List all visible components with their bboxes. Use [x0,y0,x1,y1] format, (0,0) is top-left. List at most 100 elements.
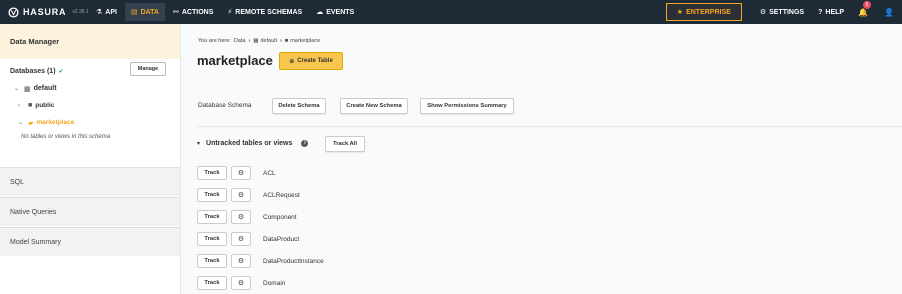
gear-icon: ⚙ [759,9,767,16]
table-name: DataProductInstance [263,257,324,265]
nav-events-label: EVENTS [326,8,355,16]
chevron-right-icon: › [18,102,20,109]
track-button[interactable]: Track [197,254,227,268]
gear-icon[interactable]: ⚙ [231,188,251,202]
nav-actions[interactable]: ⚯ ACTIONS [167,3,219,21]
table-row: Track ⚙ Component [197,209,297,225]
main-content: You are here: Data › ▦ default › ■ marke… [181,24,902,294]
flask-icon: ⚗ [96,9,103,16]
show-permissions-summary-button[interactable]: Show Permissions Summary [420,98,514,114]
tree-item-public[interactable]: › ■ public [0,97,180,114]
page-title: marketplace [197,53,273,68]
notification-badge: 6 [863,0,872,9]
bell-icon: 🔔 [858,7,869,17]
tree-item-marketplace[interactable]: ⌄ ▰ marketplace [0,114,180,131]
nav-remote-schemas[interactable]: ⚡ REMOTE SCHEMAS [221,3,308,21]
nav-events[interactable]: ☁ EVENTS [310,3,360,21]
top-navbar: HASURA v2.36.1 ⚗ API ▤ DATA ⚯ ACTIONS ⚡ REMO… [0,0,902,24]
track-button[interactable]: Track [197,210,227,224]
version-label: v2.36.1 [72,9,89,15]
breadcrumb-data[interactable]: Data [234,38,246,44]
manage-button[interactable]: Manage [130,62,166,76]
brand[interactable]: HASURA v2.36.1 [0,6,90,18]
help-icon: ? [818,8,823,16]
nav-settings-label: SETTINGS [769,8,805,16]
breadcrumb: You are here: Data › ▦ default › ■ marke… [198,38,320,44]
table-name: Domain [263,279,286,287]
chevron-down-icon: ⌄ [14,86,20,92]
chevron-down-icon: ▾ [197,141,201,147]
delete-schema-button[interactable]: Delete Schema [272,98,326,114]
databases-label: Databases (1) [10,67,56,75]
nav-api[interactable]: ⚗ API [90,3,123,21]
notifications-button[interactable]: 🔔 6 [858,0,872,17]
empty-schema-message: No tables or views in this schema [21,134,111,140]
nav-data[interactable]: ▤ DATA [124,3,165,21]
create-new-schema-button[interactable]: Create New Schema [340,98,408,114]
folder-icon: ■ [284,38,289,44]
cloud-icon: ☁ [316,9,324,16]
track-button[interactable]: Track [197,166,227,180]
create-table-label: Create Table [297,58,333,64]
gear-icon[interactable]: ⚙ [231,254,251,268]
chevron-right-icon: › [248,38,251,44]
create-table-button[interactable]: ⊕ Create Table [279,52,343,70]
hasura-logo-icon [8,6,19,18]
table-row: Track ⚙ ACLRequest [197,187,300,203]
nav-right: ★ ENTERPRISE ⚙ SETTINGS ? HELP 🔔 6 👤 [665,0,902,24]
folder-open-icon: ▰ [28,119,34,127]
check-circle-icon: ✔ [58,68,64,75]
table-name: DataProduct [263,235,300,243]
gear-icon[interactable]: ⚙ [231,232,251,246]
sidebar-item-native-queries[interactable]: Native Queries [0,197,180,226]
tree-schema-label: public [35,102,55,109]
table-name: Component [263,213,297,221]
sidebar: Data Manager Databases (1) ✔ Manage ⌄ ▦ … [0,24,181,294]
tree-schema-label: marketplace [36,119,75,126]
untracked-header[interactable]: ▾ Untracked tables or views i [197,140,309,147]
gear-icon[interactable]: ⚙ [231,276,251,290]
user-icon[interactable]: 👤 [884,8,894,17]
nav-actions-label: ACTIONS [181,8,214,16]
table-row: Track ⚙ DataProductInstance [197,253,324,269]
nav-settings[interactable]: ⚙ SETTINGS [754,3,810,21]
database-icon: ▤ [130,9,138,16]
sidebar-header[interactable]: Data Manager [0,24,180,59]
database-tree: ⌄ ▦ default › ■ public ⌄ ▰ marketplace N… [0,80,180,143]
star-icon: ★ [676,9,684,16]
breadcrumb-schema[interactable]: marketplace [290,38,320,44]
enterprise-label: ENTERPRISE [686,8,731,16]
tree-item-default[interactable]: ⌄ ▦ default [0,80,180,97]
database-icon: ▦ [253,38,259,44]
nav-help[interactable]: ? HELP [812,3,850,21]
track-button[interactable]: Track [197,276,227,290]
nav-help-label: HELP [825,8,845,16]
table-row: Track ⚙ ACL [197,165,276,181]
database-schema-label: Database Schema [198,102,252,109]
plug-icon: ⚡ [227,9,233,16]
plus-circle-icon: ⊕ [289,58,295,65]
untracked-label: Untracked tables or views [206,140,293,147]
table-row: Track ⚙ DataProduct [197,231,299,247]
actions-icon: ⚯ [172,9,179,16]
chevron-right-icon: › [280,38,282,44]
table-row: Track ⚙ Domain [197,275,285,291]
chevron-down-icon: ⌄ [18,120,24,126]
table-name: ACL [263,169,276,177]
tree-db-label: default [33,85,57,92]
sidebar-item-model-summary[interactable]: Model Summary [0,227,180,256]
info-icon[interactable]: i [301,140,309,147]
track-button[interactable]: Track [197,188,227,202]
sidebar-item-sql[interactable]: SQL [0,167,180,196]
breadcrumb-db[interactable]: default [261,38,278,44]
track-all-button[interactable]: Track All [325,136,365,152]
divider [197,126,902,127]
gear-icon[interactable]: ⚙ [231,166,251,180]
gear-icon[interactable]: ⚙ [231,210,251,224]
folder-icon: ■ [28,102,33,109]
enterprise-button[interactable]: ★ ENTERPRISE [665,3,742,21]
database-icon: ▦ [24,85,31,93]
breadcrumb-prefix: You are here: [198,38,231,44]
track-button[interactable]: Track [197,232,227,246]
databases-row: Databases (1) ✔ Manage [0,62,180,80]
